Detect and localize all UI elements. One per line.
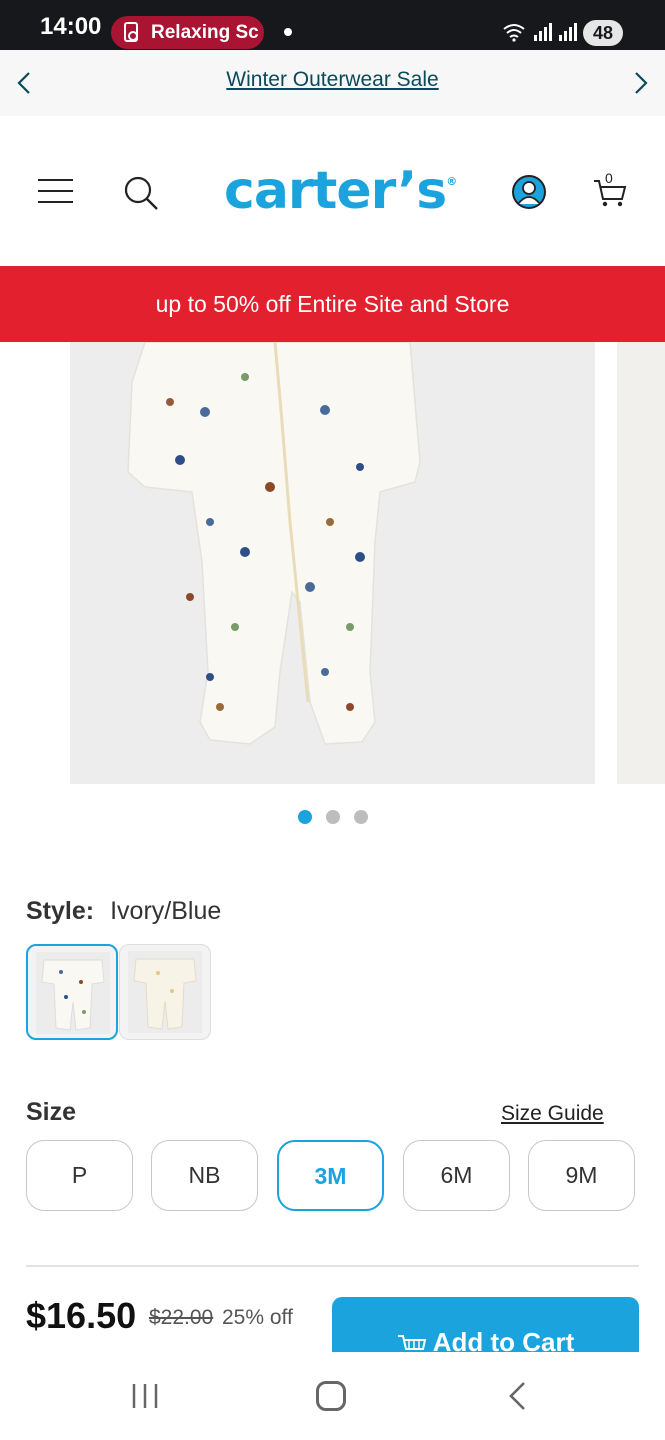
- menu-icon[interactable]: [38, 179, 73, 204]
- status-time: 14:00: [40, 13, 102, 40]
- sale-price: $16.50: [26, 1295, 137, 1336]
- size-option-9m[interactable]: 9M: [528, 1140, 635, 1211]
- style-label: Style:: [26, 897, 95, 925]
- account-icon[interactable]: [511, 174, 547, 210]
- signal-strength-icon: [559, 23, 577, 41]
- swatch-thumbnail: [36, 952, 110, 1034]
- product-image[interactable]: [70, 342, 595, 784]
- speaker-icon: [124, 22, 138, 42]
- recent-apps-icon[interactable]: [130, 1382, 160, 1410]
- battery-indicator: 48: [583, 20, 623, 46]
- carousel-dot[interactable]: [353, 810, 368, 824]
- brand-logo[interactable]: carter’s®: [224, 161, 457, 221]
- media-title: Relaxing Sc: [151, 22, 259, 43]
- original-price: $22.00: [149, 1306, 214, 1329]
- search-icon[interactable]: [122, 174, 160, 212]
- size-option-3m[interactable]: 3M: [277, 1140, 384, 1211]
- system-navigation-bar: [0, 1352, 665, 1440]
- next-product-image[interactable]: [617, 342, 665, 784]
- sale-banner[interactable]: up to 50% off Entire Site and Store: [0, 266, 665, 342]
- carousel-dot[interactable]: [325, 810, 340, 824]
- cart-count-badge: 0: [605, 170, 613, 186]
- carousel-pagination: [0, 810, 665, 826]
- product-image-carousel[interactable]: [0, 342, 665, 784]
- style-swatch-alternate[interactable]: [119, 944, 211, 1040]
- size-option-nb[interactable]: NB: [151, 1140, 258, 1211]
- status-bar: 14:00 Relaxing Sc 48: [0, 0, 665, 50]
- home-icon[interactable]: [316, 1381, 346, 1411]
- notification-dot-icon: [284, 28, 292, 36]
- promo-carousel-bar: Winter Outerwear Sale: [0, 50, 665, 116]
- size-option-p[interactable]: P: [26, 1140, 133, 1211]
- style-value: Ivory/Blue: [110, 897, 222, 925]
- size-guide-link[interactable]: Size Guide: [501, 1102, 604, 1126]
- style-swatch-ivory-blue[interactable]: [26, 944, 118, 1040]
- cart-icon: [397, 1335, 426, 1351]
- style-selector-label: Style: Ivory/Blue: [26, 897, 221, 926]
- carousel-dot[interactable]: [297, 810, 312, 824]
- media-playback-chip[interactable]: Relaxing Sc: [111, 16, 264, 49]
- swatch-thumbnail: [128, 951, 202, 1033]
- add-to-cart-label: Add to Cart: [432, 1327, 575, 1353]
- back-icon[interactable]: [505, 1380, 531, 1412]
- site-header: carter’s® 0: [0, 116, 665, 266]
- size-label: Size: [26, 1098, 77, 1126]
- divider: [26, 1265, 639, 1267]
- discount-percent: 25% off: [222, 1306, 293, 1329]
- promo-link[interactable]: Winter Outerwear Sale: [0, 68, 665, 92]
- chevron-right-icon[interactable]: [627, 70, 653, 96]
- product-page: 14:00 Relaxing Sc 48 Winter Outerwear Sa…: [0, 0, 665, 1440]
- wifi-icon: [503, 24, 525, 42]
- size-option-6m[interactable]: 6M: [403, 1140, 510, 1211]
- add-to-cart-button[interactable]: Add to Cart: [332, 1297, 639, 1353]
- signal-strength-icon: [534, 23, 552, 41]
- sleeper-illustration: [127, 342, 421, 745]
